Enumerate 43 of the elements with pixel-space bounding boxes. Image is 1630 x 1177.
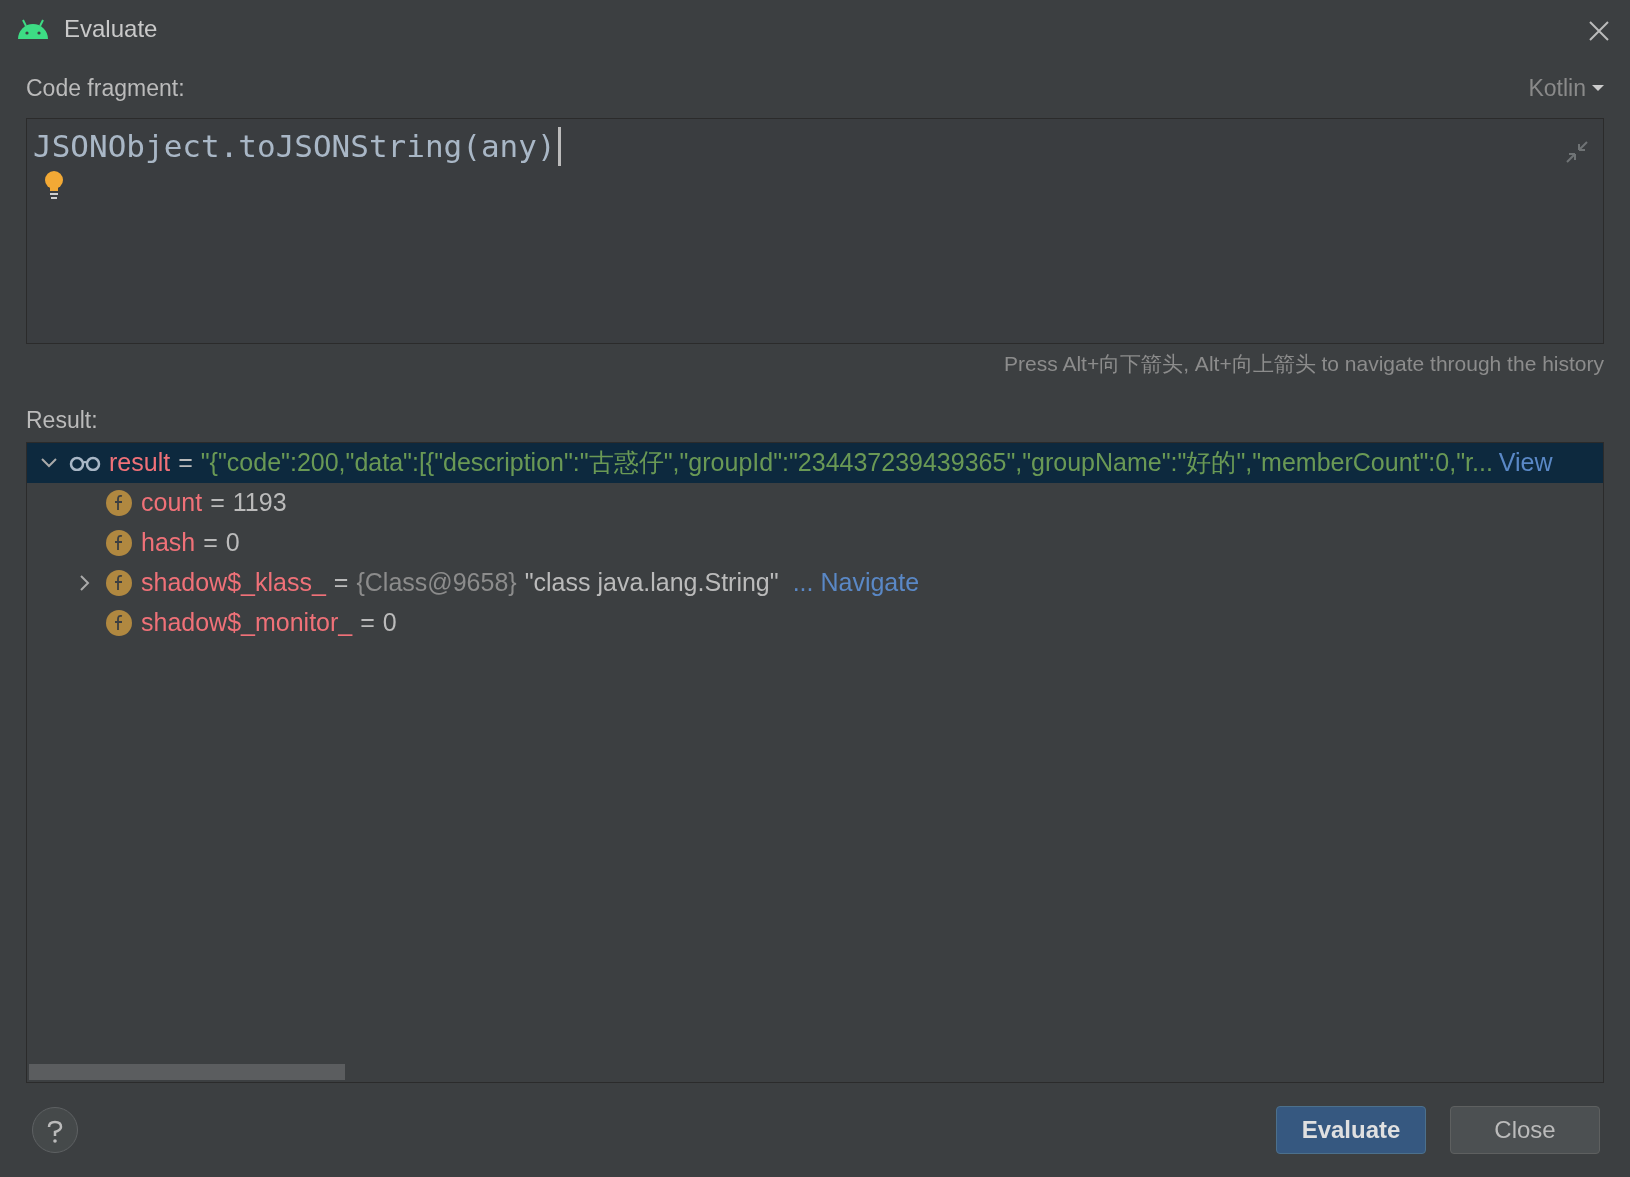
field-icon bbox=[105, 488, 133, 517]
equals-sign: = bbox=[203, 526, 218, 558]
result-label: Result: bbox=[26, 406, 98, 436]
value-text: 1193 bbox=[232, 486, 287, 518]
field-icon bbox=[105, 608, 133, 637]
history-hint: Press Alt+向下箭头, Alt+向上箭头 to navigate through the history bbox=[1003, 351, 1604, 377]
variable-name: shadow$_klass_ bbox=[141, 566, 326, 598]
equals-sign: = bbox=[360, 606, 375, 638]
variable-name: hash bbox=[141, 526, 196, 558]
equals-sign: = bbox=[210, 486, 225, 518]
code-text: JSONObject.toJSONString(any) bbox=[33, 127, 561, 166]
window-title: Evaluate bbox=[64, 14, 158, 44]
tree-row[interactable]: count = 1193 bbox=[27, 482, 1603, 523]
chevron-right-icon[interactable] bbox=[79, 573, 91, 592]
variable-name: shadow$_monitor_ bbox=[141, 606, 353, 638]
tree-row[interactable]: shadow$_monitor_ = 0 bbox=[27, 602, 1603, 643]
string-value: "{"code":200,"data":[{"description":"古惑仔","groupId":"234437239439365","groupName":"好的","memberCount":0,"r... bbox=[200, 446, 1493, 478]
tree-row[interactable]: hash = 0 bbox=[27, 522, 1603, 563]
caret-icon bbox=[1592, 84, 1604, 92]
object-reference: {Class@9658} bbox=[356, 566, 517, 598]
value-text: "class java.lang.String" bbox=[524, 566, 779, 598]
chevron-down-icon[interactable] bbox=[40, 456, 58, 469]
evaluate-button[interactable]: Evaluate bbox=[1276, 1106, 1426, 1154]
field-icon bbox=[105, 568, 133, 597]
horizontal-scrollbar[interactable] bbox=[29, 1064, 345, 1080]
help-icon[interactable] bbox=[32, 1107, 78, 1153]
link[interactable]: View bbox=[1498, 443, 1553, 482]
equals-sign: = bbox=[333, 566, 349, 598]
field-icon bbox=[105, 528, 133, 557]
link[interactable]: ... Navigate bbox=[792, 563, 920, 602]
field-label: Code fragment: bbox=[26, 73, 185, 103]
tree-row[interactable]: result = "{"code":200,"data":[{"description":"古惑仔","groupId":"234437239439365","groupName":"好的","memberCount":0,"r... View bbox=[27, 442, 1603, 483]
tree-row[interactable]: shadow$_klass_ = {Class@9658} "class java.lang.String" ... Navigate bbox=[27, 562, 1603, 603]
value-text: 0 bbox=[382, 606, 397, 638]
variable-name: count bbox=[141, 486, 203, 518]
variable-name: result bbox=[109, 446, 171, 478]
equals-sign: = bbox=[178, 446, 193, 478]
value-text: 0 bbox=[225, 526, 240, 558]
code-editor[interactable]: JSONObject.toJSONString(any) bbox=[26, 118, 1604, 344]
close-button[interactable]: Close bbox=[1450, 1106, 1600, 1154]
android-icon bbox=[16, 18, 50, 40]
glasses-icon bbox=[69, 454, 101, 471]
language-dropdown[interactable]: Kotlin bbox=[1528, 70, 1604, 106]
